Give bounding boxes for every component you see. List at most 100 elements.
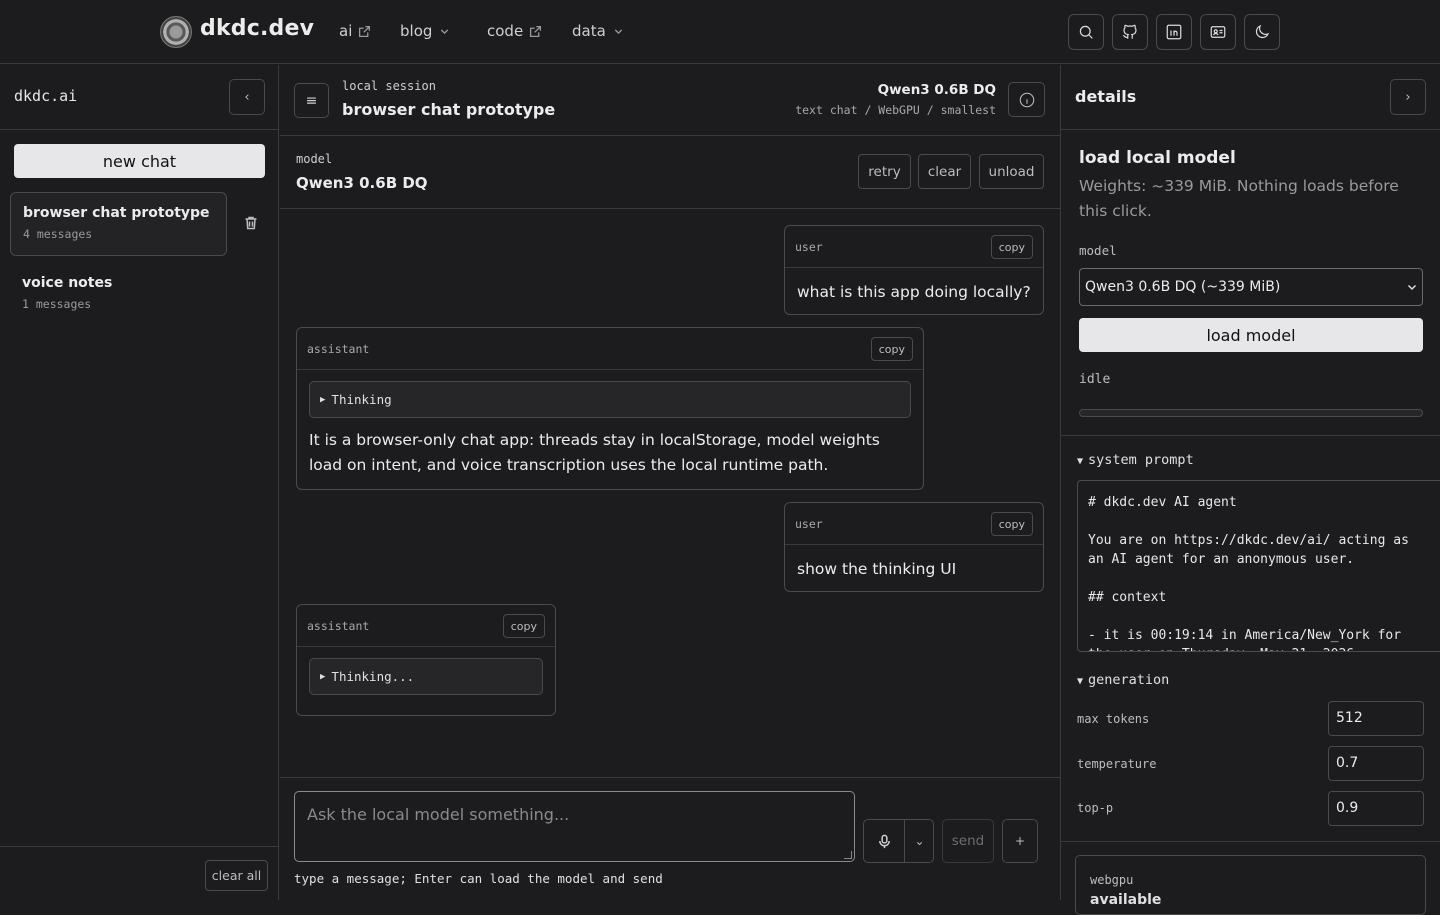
max-tokens-input[interactable]: 512 [1328, 701, 1424, 736]
model-name: Qwen3 0.6B DQ [296, 174, 428, 192]
load-model-button[interactable]: load model [1079, 318, 1423, 352]
thread-meta: 4 messages [23, 227, 93, 241]
user-message: user copy show the thinking UI [784, 502, 1044, 592]
webgpu-status-card: webgpu available [1075, 855, 1426, 915]
model-label: model [296, 152, 333, 166]
thinking-toggle[interactable]: ▶ Thinking... [309, 658, 543, 695]
thread-item[interactable]: browser chat prototype 4 messages [10, 192, 227, 256]
composer: Ask the local model something... ⌄ send … [280, 777, 1060, 900]
details-panel: details › load local model Weights: ~339… [1060, 65, 1440, 915]
microphone-icon [878, 834, 890, 848]
copy-button[interactable]: copy [502, 614, 545, 638]
chevron-down-icon [441, 28, 449, 34]
expand-details-button[interactable]: › [1390, 79, 1426, 115]
sidebar-title: dkdc.ai [14, 87, 78, 105]
assistant-message: assistant copy ▶ Thinking It is a browse… [296, 327, 924, 490]
load-model-section: load local model Weights: ~339 MiB. Noth… [1061, 130, 1440, 436]
thinking-toggle[interactable]: ▶ Thinking [309, 381, 911, 418]
search-icon [1079, 25, 1093, 39]
attach-button[interactable]: + [1002, 819, 1038, 863]
triangle-down-icon: ▼ [1077, 676, 1084, 687]
theme-toggle-button[interactable] [1244, 14, 1280, 50]
load-section-description: Weights: ~339 MiB. Nothing loads before … [1079, 177, 1399, 220]
moon-icon [1255, 24, 1270, 39]
temperature-input[interactable]: 0.7 [1328, 746, 1424, 781]
model-select-label: model [1079, 243, 1117, 258]
retry-button[interactable]: retry [858, 154, 911, 189]
copy-button[interactable]: copy [870, 337, 913, 361]
load-status: idle [1079, 372, 1111, 387]
message-role: user [795, 240, 823, 254]
details-title: details [1075, 87, 1137, 106]
resize-handle[interactable] [844, 851, 852, 859]
linkedin-icon [1166, 24, 1182, 40]
header-model-name: Qwen3 0.6B DQ [877, 82, 996, 98]
thread-item[interactable]: voice notes 1 messages [10, 263, 227, 327]
send-button[interactable]: send [942, 819, 994, 863]
search-button[interactable] [1068, 14, 1104, 50]
nav-link-data[interactable]: data [572, 22, 625, 40]
webgpu-label: webgpu [1090, 873, 1134, 887]
message-input[interactable]: Ask the local model something... [294, 791, 855, 862]
webgpu-value: available [1090, 892, 1162, 908]
external-link-icon [359, 25, 371, 37]
external-link-icon [530, 25, 542, 37]
session-title: browser chat prototype [342, 100, 556, 119]
details-header: details › [1061, 65, 1440, 130]
header-model-subtitle: text chat / WebGPU / smallest [795, 103, 996, 117]
nav-link-code[interactable]: code [487, 22, 542, 40]
model-bar: model Qwen3 0.6B DQ retry clear unload [280, 137, 1060, 209]
site-logo[interactable] [160, 16, 192, 48]
system-prompt-textarea[interactable]: # dkdc.dev AI agent You are on https://d… [1077, 480, 1440, 652]
message-text: what is this app doing locally? [797, 283, 1031, 301]
contact-button[interactable] [1200, 14, 1236, 50]
nav-link-ai[interactable]: ai [339, 22, 371, 40]
message-text: show the thinking UI [797, 560, 957, 578]
linkedin-button[interactable] [1156, 14, 1192, 50]
max-tokens-label: max tokens [1077, 712, 1150, 726]
triangle-down-icon: ▼ [1077, 456, 1084, 467]
github-icon [1123, 24, 1137, 39]
triangle-right-icon: ▶ [320, 394, 326, 405]
sidebar-header: dkdc.ai ‹ [0, 65, 278, 130]
triangle-right-icon: ▶ [320, 671, 326, 682]
voice-options-dropdown[interactable]: ⌄ [905, 820, 934, 862]
message-role: assistant [307, 342, 370, 356]
collapse-sidebar-button[interactable]: ‹ [229, 79, 265, 115]
info-icon [1019, 92, 1034, 107]
clear-all-button[interactable]: clear all [205, 860, 268, 891]
delete-thread-button[interactable] [243, 215, 259, 231]
system-prompt-toggle[interactable]: ▼ system prompt [1077, 452, 1194, 468]
top-p-input[interactable]: 0.9 [1328, 791, 1424, 826]
session-label: local session [342, 79, 436, 93]
composer-hint: type a message; Enter can load the model… [294, 871, 663, 886]
chat-pane: ≡ local session browser chat prototype Q… [280, 65, 1060, 900]
assistant-message: assistant copy ▶ Thinking... [296, 604, 556, 716]
model-select[interactable]: Qwen3 0.6B DQ (~339 MiB) [1079, 268, 1423, 306]
thread-title: browser chat prototype [23, 205, 210, 221]
message-role: assistant [307, 619, 370, 633]
message-text: It is a browser-only chat app: threads s… [309, 431, 880, 474]
unload-button[interactable]: unload [979, 154, 1044, 189]
site-brand[interactable]: dkdc.dev [200, 16, 314, 41]
thread-sidebar: dkdc.ai ‹ new chat browser chat prototyp… [0, 65, 279, 900]
generation-toggle[interactable]: ▼ generation [1077, 672, 1169, 688]
thread-title: voice notes [22, 275, 113, 291]
load-progress-bar [1079, 409, 1423, 417]
contact-card-icon [1210, 26, 1226, 38]
top-p-label: top-p [1077, 801, 1114, 815]
copy-button[interactable]: copy [990, 512, 1033, 536]
info-button[interactable] [1008, 82, 1045, 117]
new-chat-button[interactable]: new chat [14, 144, 265, 178]
thread-meta: 1 messages [22, 297, 92, 311]
menu-button[interactable]: ≡ [294, 83, 329, 118]
sidebar-footer: clear all [0, 846, 279, 900]
mic-button[interactable] [864, 820, 905, 862]
github-button[interactable] [1112, 14, 1148, 50]
clear-button[interactable]: clear [918, 154, 971, 189]
chevron-down-icon [1407, 284, 1417, 291]
nav-link-blog[interactable]: blog [400, 22, 451, 40]
chevron-down-icon [614, 28, 623, 34]
trash-icon [245, 216, 257, 230]
copy-button[interactable]: copy [990, 235, 1033, 259]
